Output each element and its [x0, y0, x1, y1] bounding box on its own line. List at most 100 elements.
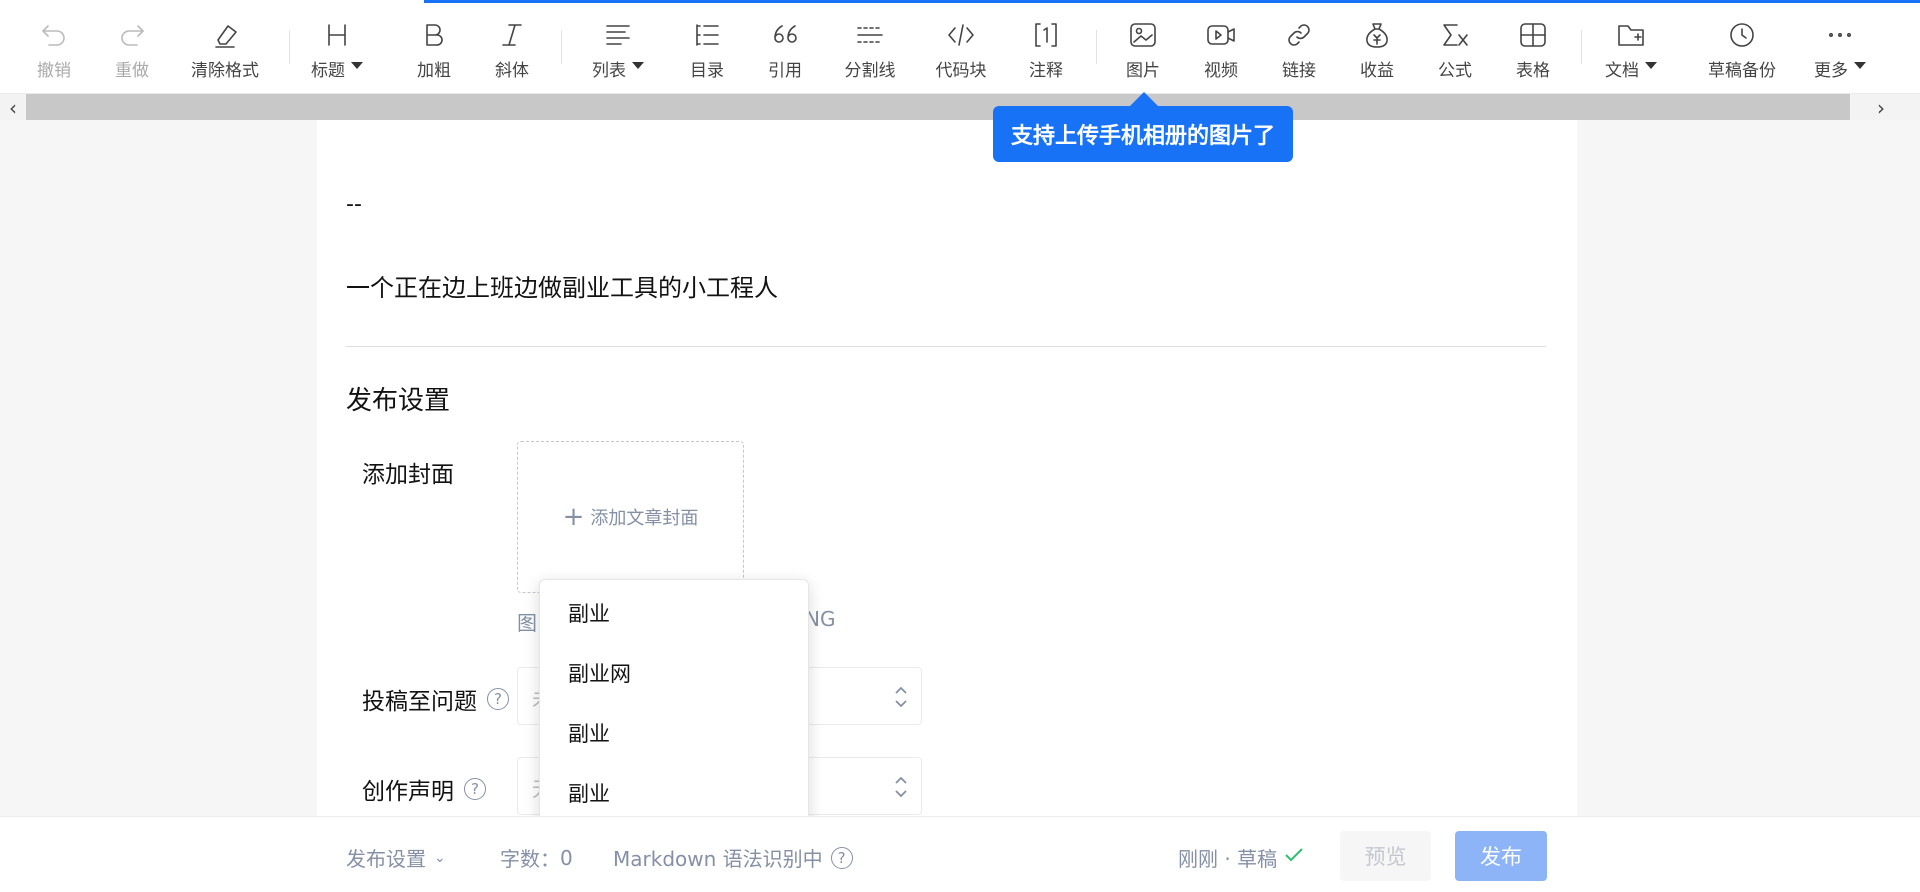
more-icon	[1823, 18, 1857, 52]
toolbar-progress-line	[424, 0, 1920, 3]
italic-button[interactable]: 斜体	[472, 18, 552, 82]
document-label-wrap: 文档	[1605, 56, 1657, 81]
quote-button[interactable]: 引用	[745, 18, 825, 82]
cover-hint-start: 图	[517, 611, 537, 635]
more-button[interactable]: 更多	[1800, 18, 1880, 82]
scroll-right-icon[interactable]: ›	[1870, 96, 1892, 120]
dropdown-option[interactable]: 副业网	[540, 650, 808, 710]
italic-icon	[495, 18, 529, 52]
link-icon	[1282, 18, 1316, 52]
video-button[interactable]: 视频	[1181, 18, 1261, 82]
document-button[interactable]: 文档	[1591, 18, 1671, 82]
link-label: 链接	[1282, 61, 1316, 81]
list-icon	[601, 18, 635, 52]
select-chevron-icon	[893, 772, 909, 802]
publish-button[interactable]: 发布	[1455, 831, 1547, 881]
editor-bio-line[interactable]: 一个正在边上班边做副业工具的小工程人	[346, 268, 778, 303]
table-label: 表格	[1516, 61, 1550, 81]
folder-add-icon	[1614, 18, 1648, 52]
dropdown-option[interactable]: 副业	[540, 590, 808, 650]
bold-button[interactable]: 加粗	[394, 18, 474, 82]
eraser-icon	[208, 18, 242, 52]
code-block-label: 代码块	[935, 61, 987, 81]
footnote-label: 注释	[1029, 61, 1063, 81]
image-button[interactable]: 图片	[1103, 18, 1183, 82]
divider-button[interactable]: 分割线	[830, 18, 910, 82]
declaration-label: 创作声明 ?	[362, 772, 486, 806]
income-label: 收益	[1360, 61, 1394, 81]
undo-button[interactable]: 撤销	[14, 18, 94, 82]
income-button[interactable]: 收益	[1337, 18, 1417, 82]
toolbar-separator	[1096, 30, 1097, 64]
heading-label-wrap: 标题	[311, 56, 363, 81]
table-button[interactable]: 表格	[1493, 18, 1573, 82]
bold-label: 加粗	[417, 61, 451, 81]
preview-button[interactable]: 预览	[1340, 831, 1431, 881]
toolbar-separator	[289, 30, 290, 64]
chevron-down-icon: ⌄	[434, 849, 446, 866]
toc-button[interactable]: 目录	[667, 18, 747, 82]
video-label: 视频	[1204, 61, 1238, 81]
publish-settings-toggle[interactable]: 发布设置 ⌄	[346, 843, 446, 872]
image-label: 图片	[1126, 61, 1160, 81]
help-icon[interactable]: ?	[830, 846, 853, 869]
link-button[interactable]: 链接	[1259, 18, 1339, 82]
footnote-button[interactable]: 注释	[1006, 18, 1086, 82]
divider-icon	[853, 18, 887, 52]
table-icon	[1516, 18, 1550, 52]
formula-button[interactable]: 公式	[1415, 18, 1495, 82]
toc-icon	[690, 18, 724, 52]
redo-button[interactable]: 重做	[92, 18, 172, 82]
markdown-status: Markdown 语法识别中 ?	[613, 843, 853, 872]
toolbar-separator	[561, 30, 562, 64]
word-count: 字数： 0	[500, 843, 573, 872]
clear-format-label: 清除格式	[191, 61, 259, 81]
code-block-button[interactable]: 代码块	[921, 18, 1001, 82]
draft-backup-button[interactable]: 草稿备份	[1702, 18, 1782, 82]
add-cover-label: 添加文章封面	[590, 508, 699, 529]
clear-format-button[interactable]: 清除格式	[185, 18, 265, 82]
tooltip-arrow	[1130, 92, 1158, 106]
divider-label: 分割线	[844, 61, 896, 81]
list-button[interactable]: 列表	[578, 18, 658, 82]
code-icon	[944, 18, 978, 52]
add-cover-button[interactable]: + 添加文章封面	[517, 441, 744, 593]
heading-caret-icon	[351, 62, 363, 69]
bold-icon	[417, 18, 451, 52]
scrollbar-thumb[interactable]	[26, 94, 1850, 120]
heading-label: 标题	[311, 61, 345, 81]
cloud-check-icon	[1283, 844, 1305, 871]
image-icon	[1126, 18, 1160, 52]
quote-label: 引用	[768, 61, 802, 81]
formula-label: 公式	[1438, 61, 1472, 81]
save-status-label: 刚刚 · 草稿	[1178, 847, 1278, 871]
word-count-label: 字数：	[500, 847, 560, 871]
footnote-icon	[1029, 18, 1063, 52]
draft-backup-label: 草稿备份	[1708, 61, 1776, 81]
list-label-wrap: 列表	[592, 56, 644, 81]
save-status: 刚刚 · 草稿	[1178, 843, 1305, 872]
more-label: 更多	[1814, 61, 1848, 81]
markdown-status-label: Markdown 语法识别中	[613, 847, 823, 871]
help-icon[interactable]: ?	[464, 778, 486, 800]
help-icon[interactable]: ?	[487, 688, 509, 710]
more-label-wrap: 更多	[1814, 56, 1866, 81]
italic-label: 斜体	[495, 61, 529, 81]
editor-dashes-line[interactable]: --	[346, 192, 362, 217]
publish-settings-title: 发布设置	[346, 386, 451, 416]
heading-button[interactable]: 标题	[297, 18, 377, 82]
topic-suggestion-dropdown: 副业 副业网 副业 副业	[539, 579, 809, 844]
undo-icon	[37, 18, 71, 52]
dropdown-option[interactable]: 副业	[540, 710, 808, 770]
more-caret-icon	[1854, 62, 1866, 69]
horizontal-scrollbar[interactable]: ‹ ›	[0, 94, 1920, 120]
heading-icon	[320, 18, 354, 52]
plus-icon: +	[562, 502, 585, 532]
question-label-text: 投稿至问题	[362, 689, 477, 715]
scroll-left-icon[interactable]: ‹	[2, 96, 24, 120]
cover-hint-end: NG	[805, 607, 836, 631]
cover-label: 添加封面	[362, 455, 454, 489]
cover-label-text: 添加封面	[362, 462, 454, 488]
formula-icon	[1438, 18, 1472, 52]
toolbar-separator	[1581, 30, 1582, 64]
